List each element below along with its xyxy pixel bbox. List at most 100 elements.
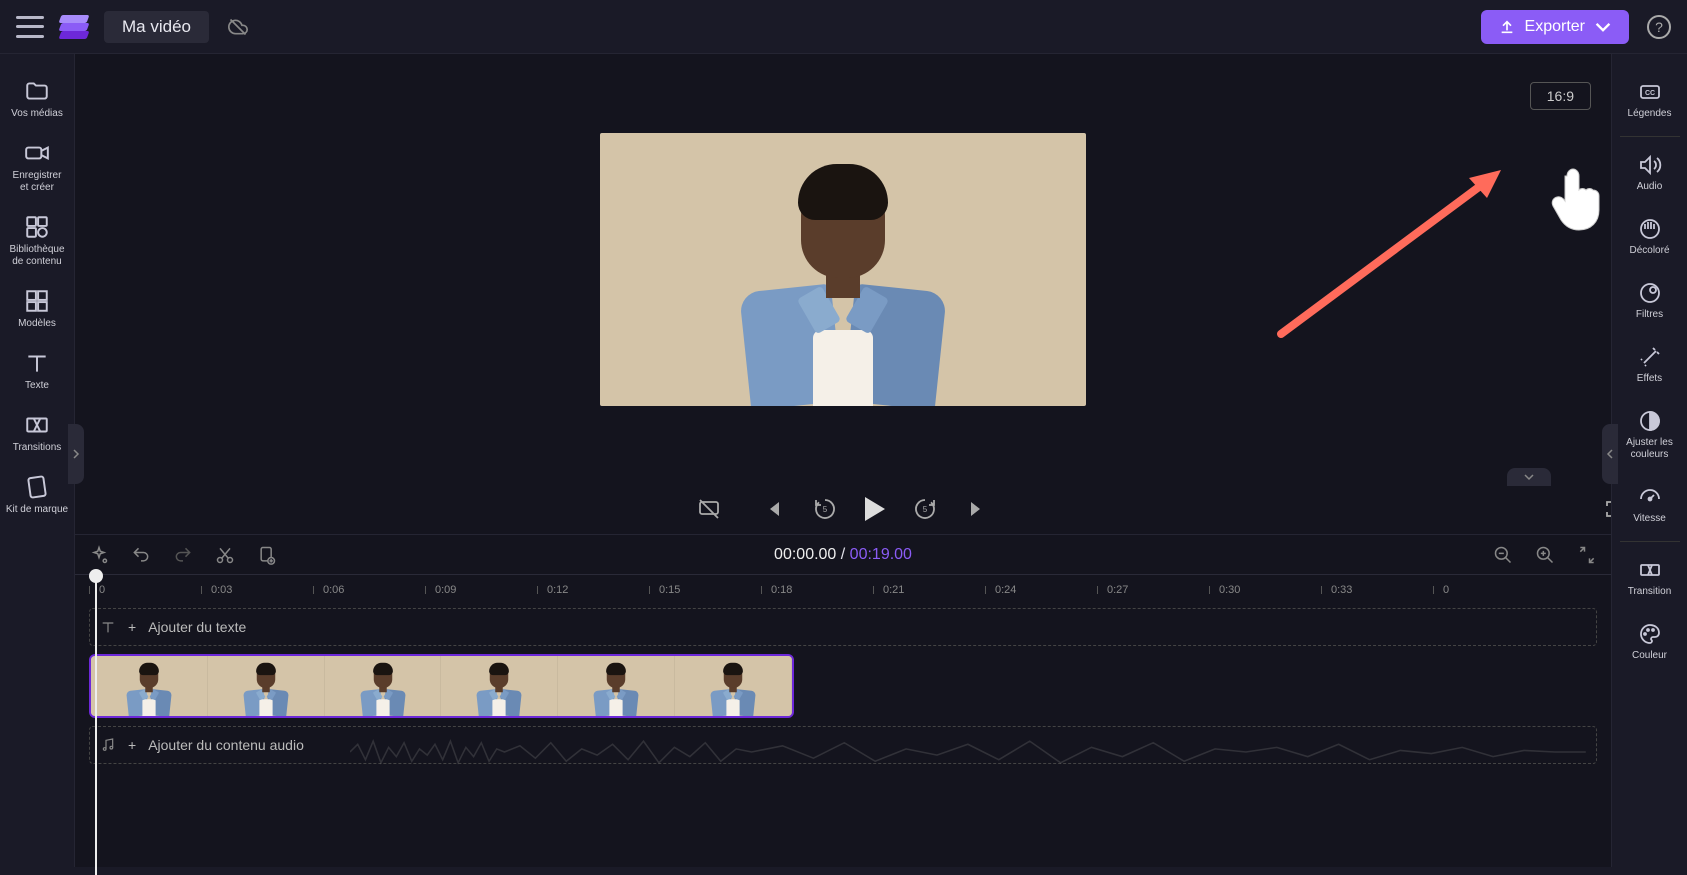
sidebar-item-label: Ajuster les couleurs — [1626, 437, 1673, 461]
ruler-mark: 0:09 — [435, 584, 547, 596]
sidebar-item-audio[interactable]: Audio — [1612, 141, 1687, 205]
chevron-down-icon — [1523, 473, 1535, 481]
sidebar-item-label: Texte — [25, 380, 49, 392]
svg-text:5: 5 — [823, 505, 828, 514]
audio-track-placeholder[interactable]: + Ajouter du contenu audio — [89, 726, 1597, 764]
redo-icon[interactable] — [173, 545, 193, 565]
sidebar-item-templates[interactable]: Modèles — [0, 278, 74, 340]
text-icon — [100, 619, 116, 635]
text-track-placeholder[interactable]: + Ajouter du texte — [89, 608, 1597, 646]
clip-thumbnail — [441, 656, 558, 716]
ruler-mark: 0 — [1443, 584, 1555, 596]
sidebar-item-label: Audio — [1637, 181, 1663, 193]
video-clip[interactable] — [89, 654, 794, 718]
zoom-out-icon[interactable] — [1493, 545, 1513, 565]
grid-icon — [24, 288, 50, 314]
playhead[interactable] — [89, 569, 103, 583]
collapse-right-button[interactable] — [1602, 424, 1618, 484]
ruler-mark: 0:12 — [547, 584, 659, 596]
palette-icon — [1638, 622, 1662, 646]
help-button[interactable]: ? — [1647, 15, 1671, 39]
sidebar-item-record[interactable]: Enregistrer et créer — [0, 130, 74, 204]
copy-plus-icon[interactable] — [257, 545, 277, 565]
sidebar-item-transitions[interactable]: Transitions — [0, 402, 74, 464]
timeline-ruler[interactable]: 00:030:060:090:120:150:180:210:240:270:3… — [75, 574, 1611, 604]
ruler-mark: 0:06 — [323, 584, 435, 596]
wand-icon — [1638, 345, 1662, 369]
waveform-icon — [350, 735, 1586, 769]
skip-back-icon[interactable] — [761, 497, 785, 521]
plus-icon: + — [128, 619, 136, 635]
transitions-icon — [24, 412, 50, 438]
magic-icon[interactable] — [89, 545, 109, 565]
filters-icon — [1638, 281, 1662, 305]
rewind-5-icon[interactable]: 5 — [813, 497, 837, 521]
export-button[interactable]: Exporter — [1481, 10, 1629, 44]
chalkboard-off-icon[interactable] — [697, 497, 721, 521]
sidebar-item-label: Modèles — [18, 318, 56, 330]
sidebar-item-label: Décoloré — [1629, 245, 1669, 257]
playhead-line — [95, 575, 97, 875]
aspect-ratio-button[interactable]: 16:9 — [1530, 82, 1591, 110]
ruler-mark: 0:21 — [883, 584, 995, 596]
ruler-mark: 0:24 — [995, 584, 1107, 596]
sidebar-item-label: Transition — [1628, 586, 1672, 598]
sidebar-item-effects[interactable]: Effets — [1612, 333, 1687, 397]
sidebar-item-color[interactable]: Couleur — [1612, 610, 1687, 674]
timeline-tracks: + Ajouter du texte + Ajouter du contenu … — [75, 604, 1611, 867]
ruler-mark: 0 — [99, 584, 211, 596]
total-time: 00:19.00 — [850, 546, 912, 563]
menu-button[interactable] — [16, 16, 44, 38]
transition-icon — [1638, 558, 1662, 582]
sidebar-item-adjust[interactable]: Ajuster les couleurs — [1612, 397, 1687, 473]
brandkit-icon — [24, 474, 50, 500]
ruler-mark: 0:33 — [1331, 584, 1443, 596]
camera-icon — [24, 140, 50, 166]
export-label: Exporter — [1525, 18, 1585, 36]
svg-text:CC: CC — [1644, 90, 1654, 97]
timeline-toolbar: 00:00.00 / 00:19.00 — [75, 534, 1611, 574]
sidebar-item-transition[interactable]: Transition — [1612, 546, 1687, 610]
fit-icon[interactable] — [1577, 545, 1597, 565]
chevron-down-icon — [1595, 19, 1611, 35]
sidebar-item-captions[interactable]: CC Légendes — [1612, 68, 1687, 132]
undo-icon[interactable] — [131, 545, 151, 565]
forward-5-icon[interactable]: 5 — [913, 497, 937, 521]
sidebar-item-library[interactable]: Bibliothèque de contenu — [0, 204, 74, 278]
sidebar-item-label: Enregistrer et créer — [13, 170, 62, 194]
clip-thumbnail — [91, 656, 208, 716]
sidebar-item-label: Effets — [1637, 373, 1662, 385]
sidebar-item-label: Vitesse — [1633, 513, 1666, 525]
upload-icon — [1499, 19, 1515, 35]
audio-track-label: Ajouter du contenu audio — [148, 737, 304, 753]
sidebar-item-filters[interactable]: Filtres — [1612, 269, 1687, 333]
collapse-preview-button[interactable] — [1507, 468, 1551, 486]
pointer-hand-icon — [1547, 164, 1605, 232]
ruler-mark: 0:27 — [1107, 584, 1219, 596]
sidebar-item-label: Légendes — [1628, 108, 1672, 120]
current-time: 00:00.00 — [774, 546, 836, 563]
ruler-mark: 0:18 — [771, 584, 883, 596]
music-icon — [100, 737, 116, 753]
sidebar-item-fade[interactable]: Décoloré — [1612, 205, 1687, 269]
cloud-sync-off-icon — [225, 17, 251, 37]
sidebar-item-speed[interactable]: Vitesse — [1612, 473, 1687, 537]
ruler-mark: 0:15 — [659, 584, 771, 596]
sidebar-item-label: Transitions — [13, 442, 62, 454]
app-logo — [60, 15, 88, 39]
left-sidebar: Vos médias Enregistrer et créer Biblioth… — [0, 54, 75, 867]
scissors-icon[interactable] — [215, 545, 235, 565]
sidebar-item-media[interactable]: Vos médias — [0, 68, 74, 130]
video-preview[interactable] — [600, 133, 1086, 406]
library-icon — [24, 214, 50, 240]
sidebar-item-brandkit[interactable]: Kit de marque — [0, 464, 74, 526]
text-icon — [24, 350, 50, 376]
project-title[interactable]: Ma vidéo — [104, 11, 209, 43]
sidebar-item-label: Couleur — [1632, 650, 1667, 662]
fade-icon — [1638, 217, 1662, 241]
sidebar-item-text[interactable]: Texte — [0, 340, 74, 402]
playback-controls: 5 5 — [75, 484, 1611, 534]
zoom-in-icon[interactable] — [1535, 545, 1555, 565]
play-button[interactable] — [865, 497, 885, 521]
skip-forward-icon[interactable] — [965, 497, 989, 521]
